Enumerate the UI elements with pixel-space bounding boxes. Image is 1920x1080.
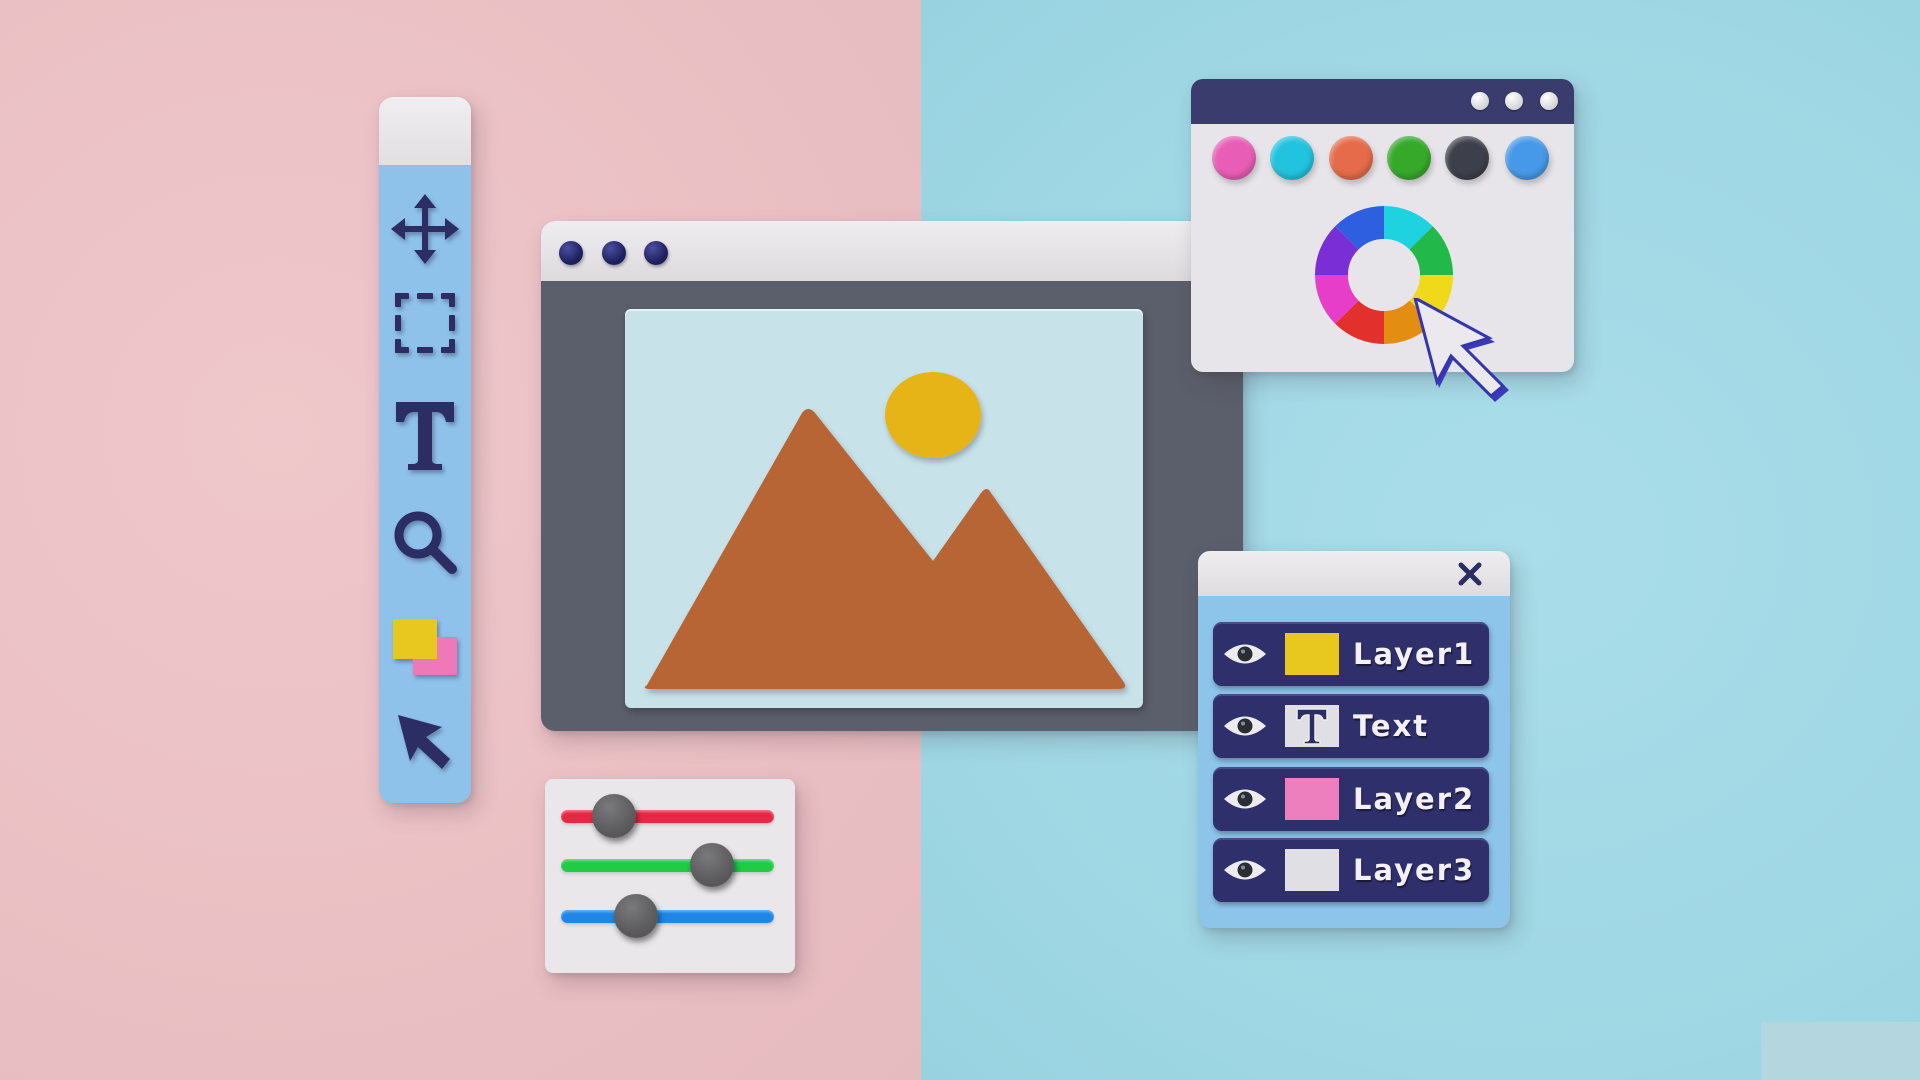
adjustment-sliders-panel <box>545 779 795 973</box>
layer-row-text[interactable]: Text <box>1213 694 1489 758</box>
tools-toolbar <box>379 97 471 803</box>
dashed-rectangle-icon <box>395 293 455 353</box>
visibility-eye-icon[interactable] <box>1222 639 1268 669</box>
picker-window-dot-2[interactable] <box>1505 92 1523 110</box>
text-t-icon <box>396 402 454 470</box>
slider-knob-green[interactable] <box>690 843 735 887</box>
magnifier-icon <box>394 511 457 574</box>
layer-row-layer3[interactable]: Layer3 <box>1213 838 1489 902</box>
color-swatch-blue[interactable] <box>1505 136 1549 180</box>
color-wheel-center <box>1348 239 1420 311</box>
mountain-shape <box>644 409 1126 689</box>
visibility-eye-icon[interactable] <box>1222 784 1268 814</box>
window-dot-3[interactable] <box>644 241 668 265</box>
layer-thumbnail <box>1285 633 1339 675</box>
picker-window-dot-1[interactable] <box>1471 92 1489 110</box>
background-corner-patch <box>1761 1022 1920 1080</box>
text-t-icon <box>1296 708 1328 745</box>
image-canvas[interactable] <box>625 309 1143 708</box>
color-swatch-pink[interactable] <box>1212 136 1256 180</box>
image-placeholder-icon <box>644 372 1126 689</box>
visibility-eye-icon[interactable] <box>1222 711 1268 741</box>
slider-knob-blue[interactable] <box>613 894 658 938</box>
layer-thumbnail <box>1285 849 1339 891</box>
tool-color-swap[interactable] <box>379 609 471 689</box>
layer-name: Layer2 <box>1353 782 1476 816</box>
color-swatch-orange[interactable] <box>1329 136 1373 180</box>
tool-move[interactable] <box>379 189 471 269</box>
slider-track-green[interactable] <box>561 859 774 872</box>
layer-thumbnail <box>1285 705 1339 747</box>
window-dot-2[interactable] <box>602 241 626 265</box>
window-dot-1[interactable] <box>559 241 583 265</box>
layer-name: Layer3 <box>1353 853 1476 887</box>
tool-text[interactable] <box>379 395 471 475</box>
move-arrows-icon <box>391 194 459 264</box>
color-swatch-green[interactable] <box>1387 136 1431 180</box>
visibility-eye-icon[interactable] <box>1222 855 1268 885</box>
image-editor-window <box>541 221 1243 731</box>
tool-marquee-select[interactable] <box>379 283 471 363</box>
tool-pointer[interactable] <box>379 703 471 783</box>
layer-thumbnail <box>1285 778 1339 820</box>
color-swatch-cyan[interactable] <box>1270 136 1314 180</box>
mouse-cursor-icon <box>1413 298 1509 402</box>
color-swatch-charcoal[interactable] <box>1445 136 1489 180</box>
tool-zoom[interactable] <box>379 502 471 582</box>
picker-window-dot-3[interactable] <box>1540 92 1558 110</box>
layer-row-layer1[interactable]: Layer1 <box>1213 622 1489 686</box>
sun-shape <box>885 372 981 458</box>
layer-name: Text <box>1353 709 1430 743</box>
layer-row-layer2[interactable]: Layer2 <box>1213 767 1489 831</box>
window-title-bar[interactable] <box>541 221 1243 281</box>
layers-panel: Layer1 Text Layer2 Layer3 <box>1198 551 1510 928</box>
toolbar-header[interactable] <box>379 97 471 165</box>
slider-knob-red[interactable] <box>592 794 637 838</box>
cursor-arrow-icon <box>398 715 450 769</box>
color-squares-icon <box>393 619 457 675</box>
close-x-icon[interactable] <box>1456 560 1484 588</box>
layers-panel-header[interactable] <box>1198 551 1510 596</box>
color-picker-title-bar[interactable] <box>1191 79 1574 124</box>
layer-name: Layer1 <box>1353 637 1476 671</box>
slider-track-blue[interactable] <box>561 910 774 923</box>
